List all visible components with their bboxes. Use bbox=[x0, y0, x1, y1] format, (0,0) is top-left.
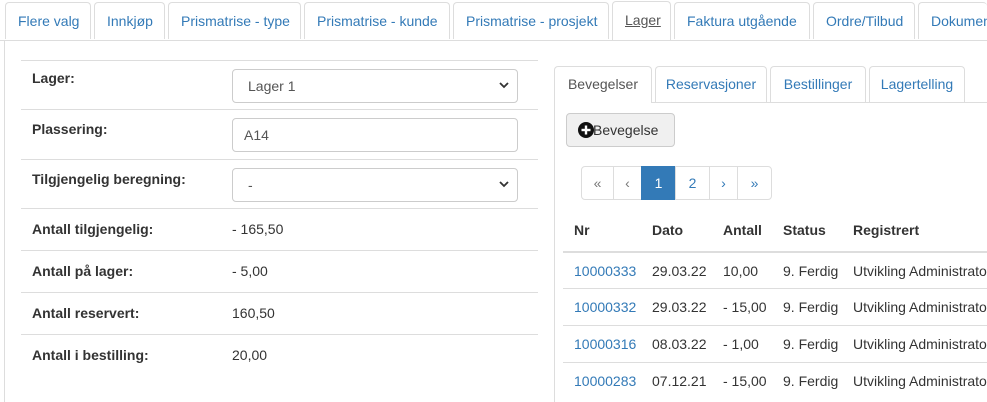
page-prev-button[interactable]: ‹ bbox=[613, 166, 642, 200]
page-last-button[interactable]: » bbox=[737, 166, 772, 200]
row-antall: - 15,00 bbox=[723, 373, 767, 389]
antall-reservert-label: Antall reservert: bbox=[32, 305, 140, 321]
tab-bevegelser[interactable]: Bevegelser bbox=[554, 66, 652, 103]
plus-circle-icon bbox=[578, 122, 594, 138]
field-row-plassering: Plassering: A14 bbox=[21, 109, 538, 159]
row-dato: 29.03.22 bbox=[652, 299, 707, 315]
table-row: 10000316 08.03.22 - 1,00 9. Ferdig Utvik… bbox=[563, 325, 987, 362]
antall-tilgjengelig-label: Antall tilgjengelig: bbox=[32, 221, 154, 237]
column-header-registrert: Registrert bbox=[853, 222, 920, 238]
tab-faktura-utgaende[interactable]: Faktura utgående bbox=[674, 2, 810, 39]
tilgjengelig-beregning-label: Tilgjengelig beregning: bbox=[32, 171, 186, 187]
antall-i-bestilling-label: Antall i bestilling: bbox=[32, 347, 149, 363]
table-row: 10000333 29.03.22 10,00 9. Ferdig Utvikl… bbox=[563, 251, 987, 288]
tab-innkjop[interactable]: Innkjøp bbox=[94, 2, 165, 39]
row-status: 9. Ferdig bbox=[783, 299, 839, 315]
table-header: Nr Dato Antall Status Registrert bbox=[563, 214, 987, 251]
table-row: 10000283 07.12.21 - 15,00 9. Ferdig Utvi… bbox=[563, 362, 987, 399]
row-dato: 07.12.21 bbox=[652, 373, 707, 389]
column-header-status: Status bbox=[783, 222, 826, 238]
plassering-label: Plassering: bbox=[32, 121, 108, 137]
tab-prismatrise-prosjekt[interactable]: Prismatrise - prosjekt bbox=[453, 2, 609, 39]
tab-prismatrise-kunde[interactable]: Prismatrise - kunde bbox=[304, 2, 450, 39]
tab-lagertelling[interactable]: Lagertelling bbox=[869, 66, 965, 102]
antall-pa-lager-value: - 5,00 bbox=[232, 263, 268, 279]
row-nr-link[interactable]: 10000332 bbox=[574, 299, 636, 315]
field-row-antall-tilgjengelig: Antall tilgjengelig: - 165,50 bbox=[21, 208, 538, 250]
field-row-antall-pa-lager: Antall på lager: - 5,00 bbox=[21, 250, 538, 292]
top-tab-bar: Flere valg Innkjøp Prismatrise - type Pr… bbox=[0, 0, 987, 41]
add-bevegelse-button[interactable]: Bevegelse bbox=[566, 113, 675, 147]
row-registrert: Utvikling Administrator bbox=[853, 373, 987, 389]
plassering-input[interactable]: A14 bbox=[232, 118, 518, 152]
page-1-button[interactable]: 1 bbox=[641, 166, 676, 200]
tab-lager[interactable]: Lager bbox=[612, 1, 671, 40]
chevron-down-icon bbox=[499, 181, 509, 188]
activity-tab-bar: Bevegelser Reservasjoner Bestillinger La… bbox=[554, 66, 987, 103]
row-registrert: Utvikling Administrator bbox=[853, 299, 987, 315]
row-nr-link[interactable]: 10000333 bbox=[574, 263, 636, 279]
row-registrert: Utvikling Administrator bbox=[853, 336, 987, 352]
antall-pa-lager-label: Antall på lager: bbox=[32, 263, 134, 279]
page-next-button[interactable]: › bbox=[709, 166, 738, 200]
row-antall: 10,00 bbox=[723, 263, 759, 279]
row-registrert: Utvikling Administrator bbox=[853, 263, 987, 279]
bevegelser-content: Bevegelse « ‹ 1 2 › » Nr Dato Antall Sta… bbox=[554, 102, 987, 402]
row-antall: - 1,00 bbox=[723, 336, 759, 352]
chevron-down-icon bbox=[499, 82, 509, 89]
lager-select[interactable]: Lager 1 bbox=[232, 69, 518, 103]
tilgjengelig-beregning-select[interactable]: - bbox=[232, 168, 518, 202]
page-first-button[interactable]: « bbox=[581, 166, 614, 200]
row-antall: - 15,00 bbox=[723, 299, 767, 315]
stock-details-panel: Lager: Lager 1 Plassering: A14 Tilgjenge… bbox=[4, 40, 538, 402]
page-2-button[interactable]: 2 bbox=[675, 166, 710, 200]
tab-dokumenter[interactable]: Dokumenter bbox=[918, 2, 987, 39]
row-status: 9. Ferdig bbox=[783, 263, 839, 279]
tab-bestillinger[interactable]: Bestillinger bbox=[770, 66, 866, 102]
row-dato: 08.03.22 bbox=[652, 336, 707, 352]
tab-prismatrise-type[interactable]: Prismatrise - type bbox=[168, 2, 301, 39]
stock-activity-panel: Bevegelser Reservasjoner Bestillinger La… bbox=[554, 60, 987, 402]
antall-i-bestilling-value: 20,00 bbox=[232, 347, 268, 363]
column-header-antall: Antall bbox=[723, 222, 762, 238]
tab-reservasjoner[interactable]: Reservasjoner bbox=[655, 66, 767, 102]
row-status: 9. Ferdig bbox=[783, 336, 839, 352]
lager-label: Lager: bbox=[32, 70, 75, 86]
tab-flere-valg[interactable]: Flere valg bbox=[5, 2, 91, 39]
field-row-antall-i-bestilling: Antall i bestilling: 20,00 bbox=[21, 334, 538, 376]
field-row-tilgjengelig-beregning: Tilgjengelig beregning: - bbox=[21, 159, 538, 208]
field-row-lager: Lager: Lager 1 bbox=[21, 60, 538, 110]
row-nr-link[interactable]: 10000316 bbox=[574, 336, 636, 352]
row-dato: 29.03.22 bbox=[652, 263, 707, 279]
table-row: 10000332 29.03.22 - 15,00 9. Ferdig Utvi… bbox=[563, 288, 987, 325]
field-row-antall-reservert: Antall reservert: 160,50 bbox=[21, 292, 538, 334]
antall-tilgjengelig-value: - 165,50 bbox=[232, 221, 284, 237]
column-header-nr: Nr bbox=[574, 222, 590, 238]
tab-ordre-tilbud[interactable]: Ordre/Tilbud bbox=[813, 2, 915, 39]
column-header-dato: Dato bbox=[652, 222, 684, 238]
row-nr-link[interactable]: 10000283 bbox=[574, 373, 636, 389]
antall-reservert-value: 160,50 bbox=[232, 305, 275, 321]
row-status: 9. Ferdig bbox=[783, 373, 839, 389]
